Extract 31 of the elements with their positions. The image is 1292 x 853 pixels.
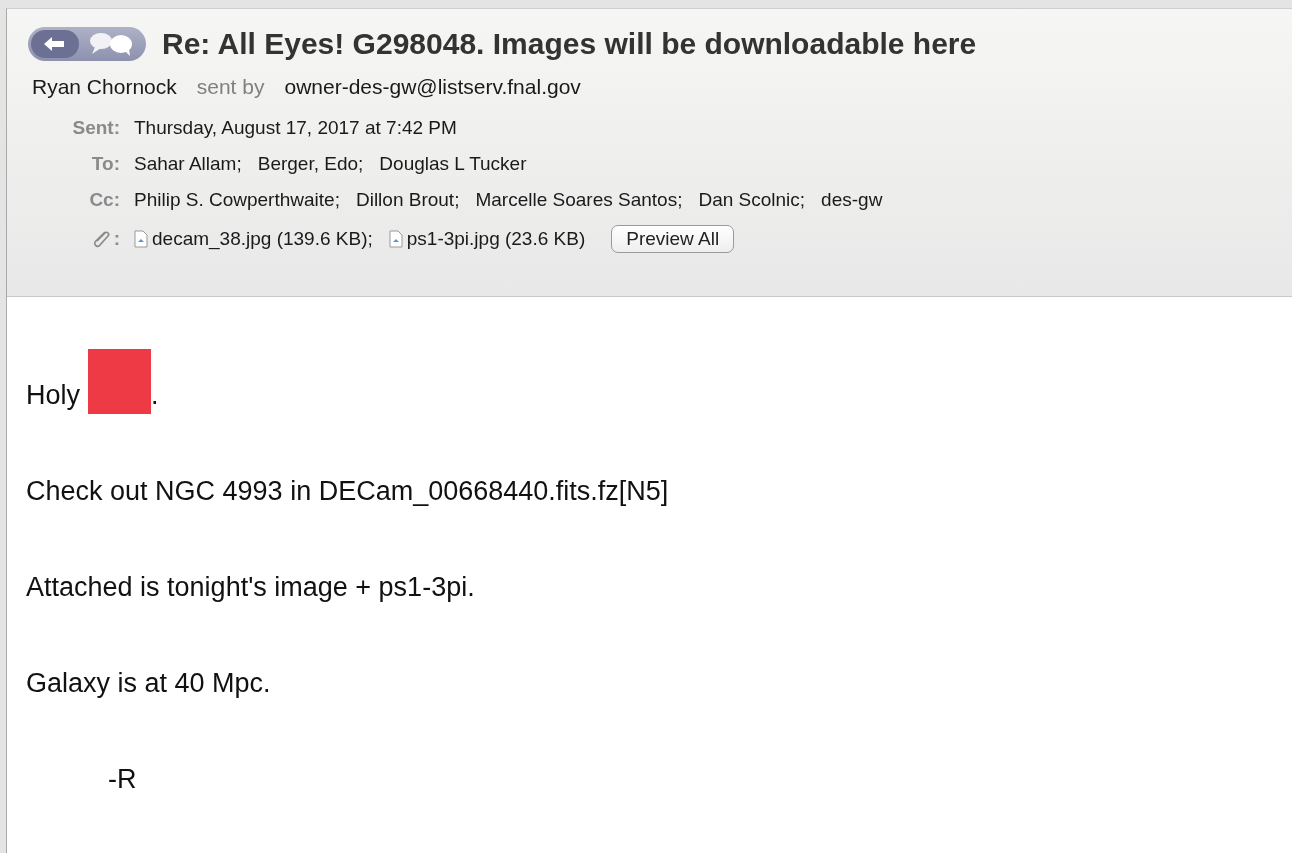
recipient-name: des-gw (821, 189, 883, 211)
body-text: Galaxy is at 40 Mpc. (26, 667, 271, 700)
signature-text: -R (108, 763, 137, 796)
file-icon (134, 230, 148, 248)
sent-by-label: sent by (196, 75, 265, 99)
message-subject: Re: All Eyes! G298048. Images will be downloadable here (162, 27, 977, 61)
back-arrow-icon[interactable] (31, 30, 79, 58)
field-label: To: (91, 153, 120, 175)
recipient-name: Philip S. Cowperthwaite; (134, 189, 340, 211)
redaction-block (88, 349, 151, 414)
recipient-name: Berger, Edo; (257, 153, 364, 175)
recipient-name: Marcelle Soares Santos; (475, 189, 683, 211)
recipient-name: Dillon Brout; (355, 189, 460, 211)
field-label: Sent: (72, 117, 120, 139)
body-text: Check out NGC 4993 in DECam_00668440.fits.fz[N5] (26, 475, 669, 508)
recipient-name: Sahar Allam; (134, 153, 242, 175)
recipient-name: Dan Scolnic; (698, 189, 806, 211)
body-text: Attached is tonight's image + ps1-3pi. (26, 571, 475, 604)
sent-date: Thursday, August 17, 2017 at 7:42 PM (134, 117, 457, 139)
greeting-text: Holy (26, 379, 80, 412)
recipient-name: Douglas L Tucker (379, 153, 527, 175)
punctuation-text: . (151, 379, 159, 412)
message-nav-control[interactable] (28, 27, 146, 61)
sender-name: Ryan Chornock (32, 75, 177, 99)
attachment-link[interactable]: ps1-3pi.jpg (23.6 KB) (406, 228, 586, 250)
sender-address: owner-des-gw@listserv.fnal.gov (284, 75, 581, 99)
file-icon (388, 230, 403, 248)
preview-all-button[interactable]: Preview All (611, 225, 735, 253)
field-label: Cc: (89, 189, 120, 211)
attachment-link[interactable]: decam_38.jpg (139.6 KB); (152, 228, 373, 250)
field-label: : (113, 228, 120, 250)
